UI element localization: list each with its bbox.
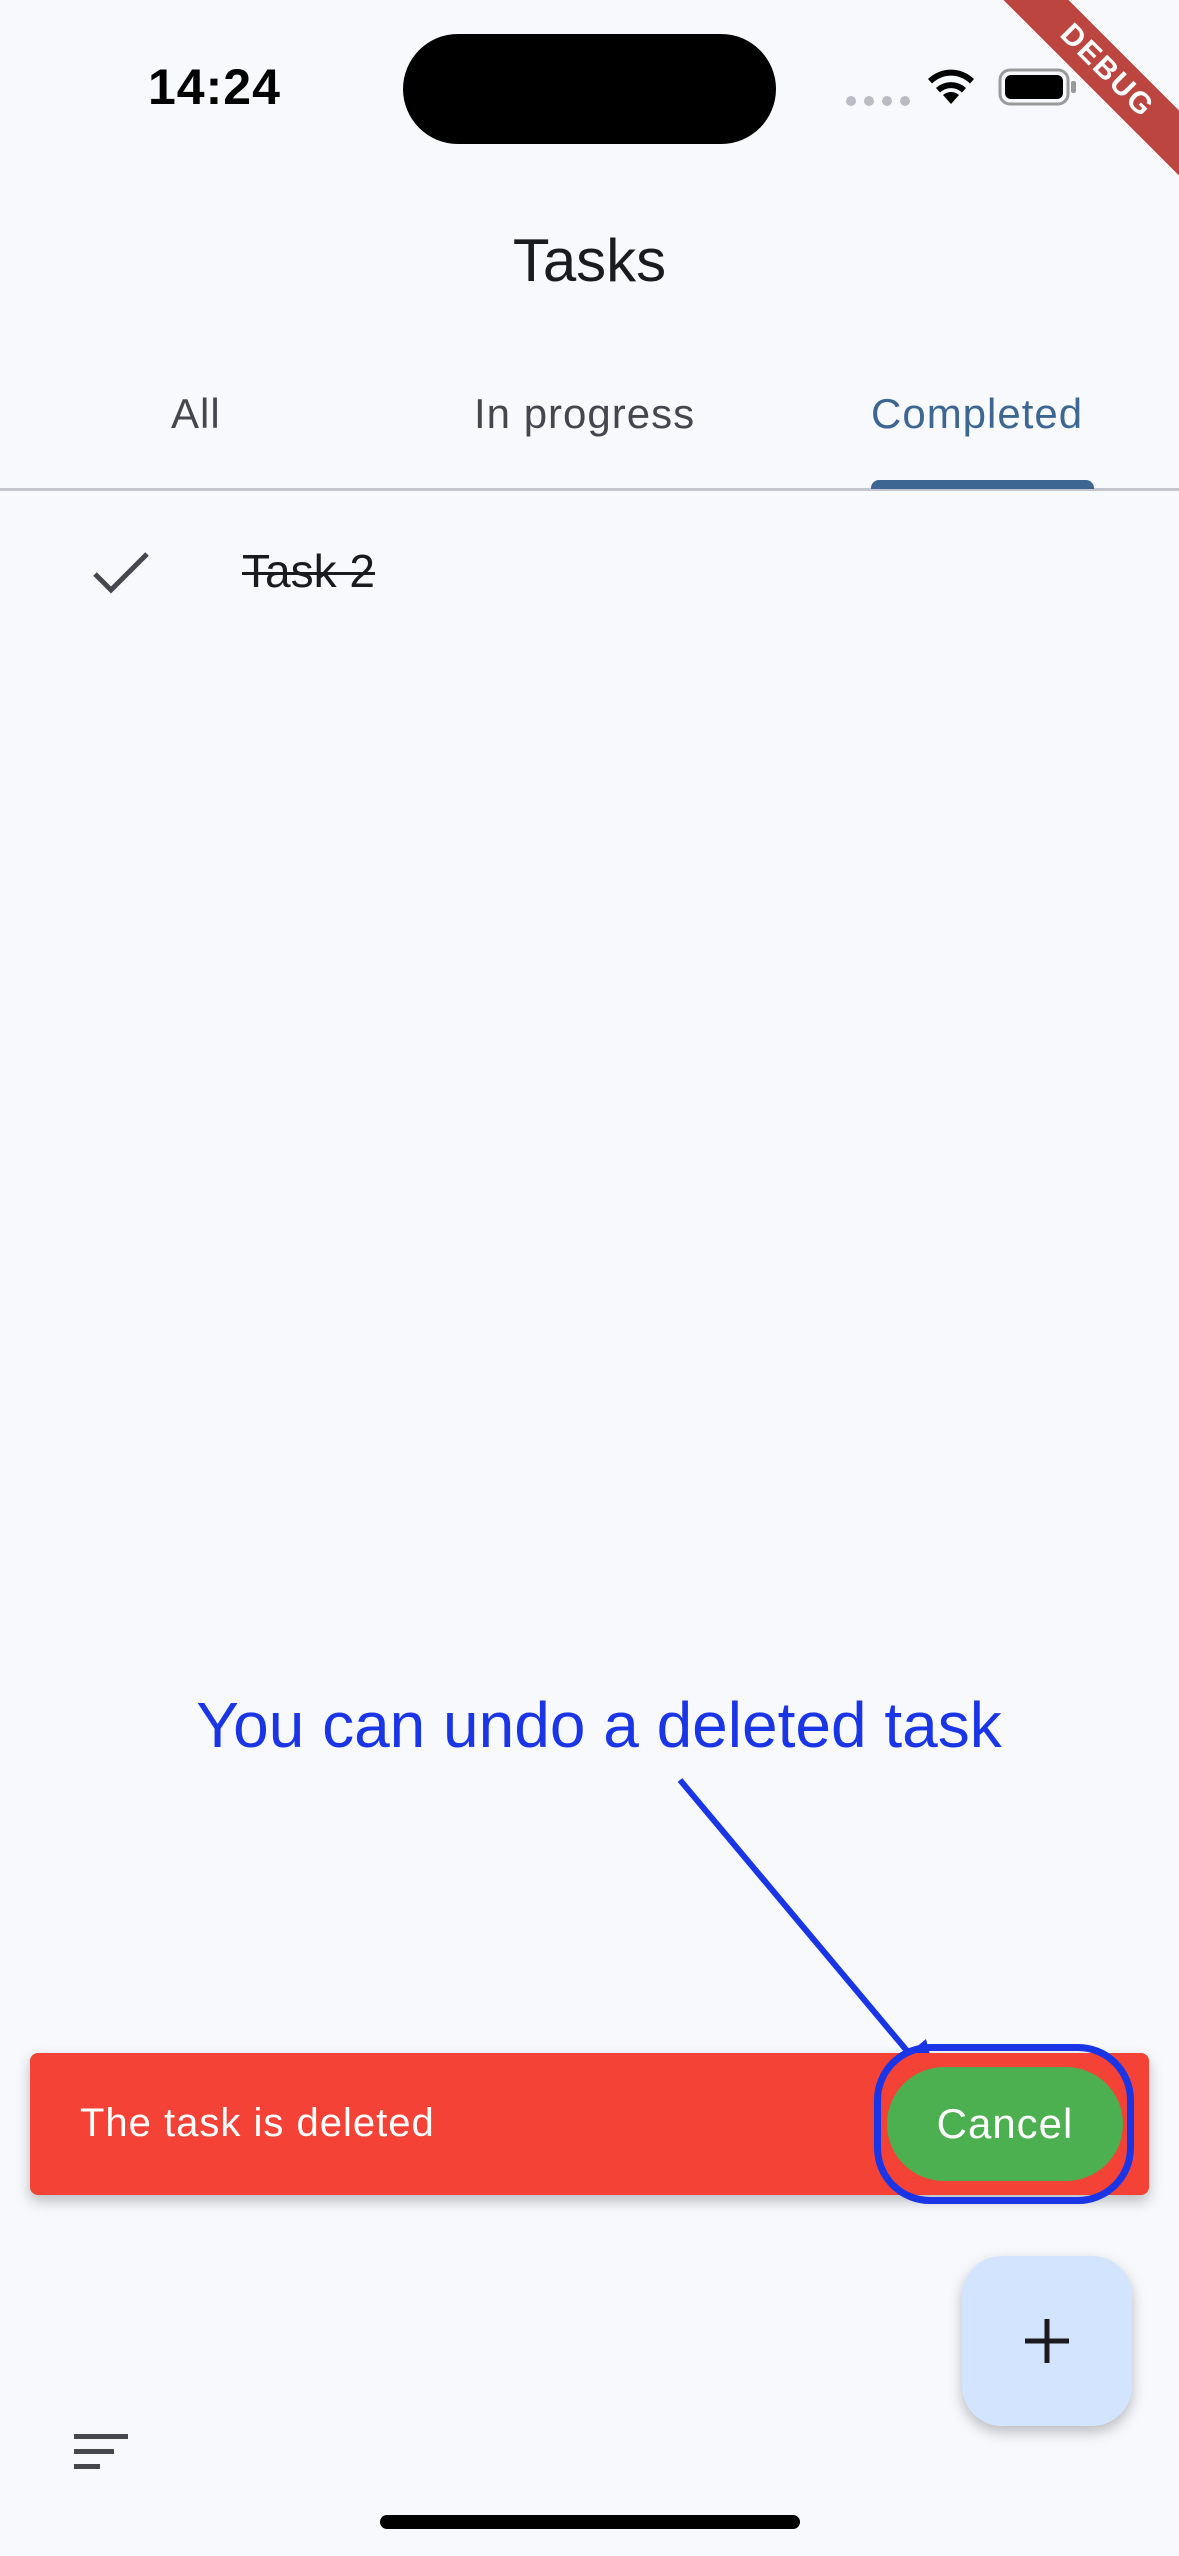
plus-icon [1025,2319,1069,2363]
task-title: Task 2 [242,545,375,597]
annotation-text: You can undo a deleted task [196,1689,1002,1761]
tab-in-progress[interactable]: In progress [474,390,695,438]
check-icon[interactable] [91,548,151,598]
tab-indicator [871,480,1094,489]
sort-icon[interactable] [72,2432,132,2472]
snackbar-message: The task is deleted [80,2101,435,2145]
list-item[interactable]: Task 2 [0,530,1179,620]
tab-bar: All In progress Completed [0,360,1179,491]
wifi-icon [928,69,974,104]
status-bar: 14:24 [0,0,1179,170]
home-indicator [380,2515,800,2529]
tab-all[interactable]: All [171,390,221,438]
add-task-button[interactable] [962,2256,1132,2426]
dynamic-island [403,34,776,144]
cancel-button[interactable]: Cancel [887,2067,1123,2181]
tab-completed[interactable]: Completed [871,390,1083,438]
battery-icon [998,68,1076,106]
cellular-signal-icon [846,96,910,106]
status-time: 14:24 [148,59,281,115]
page-title: Tasks [512,227,667,294]
